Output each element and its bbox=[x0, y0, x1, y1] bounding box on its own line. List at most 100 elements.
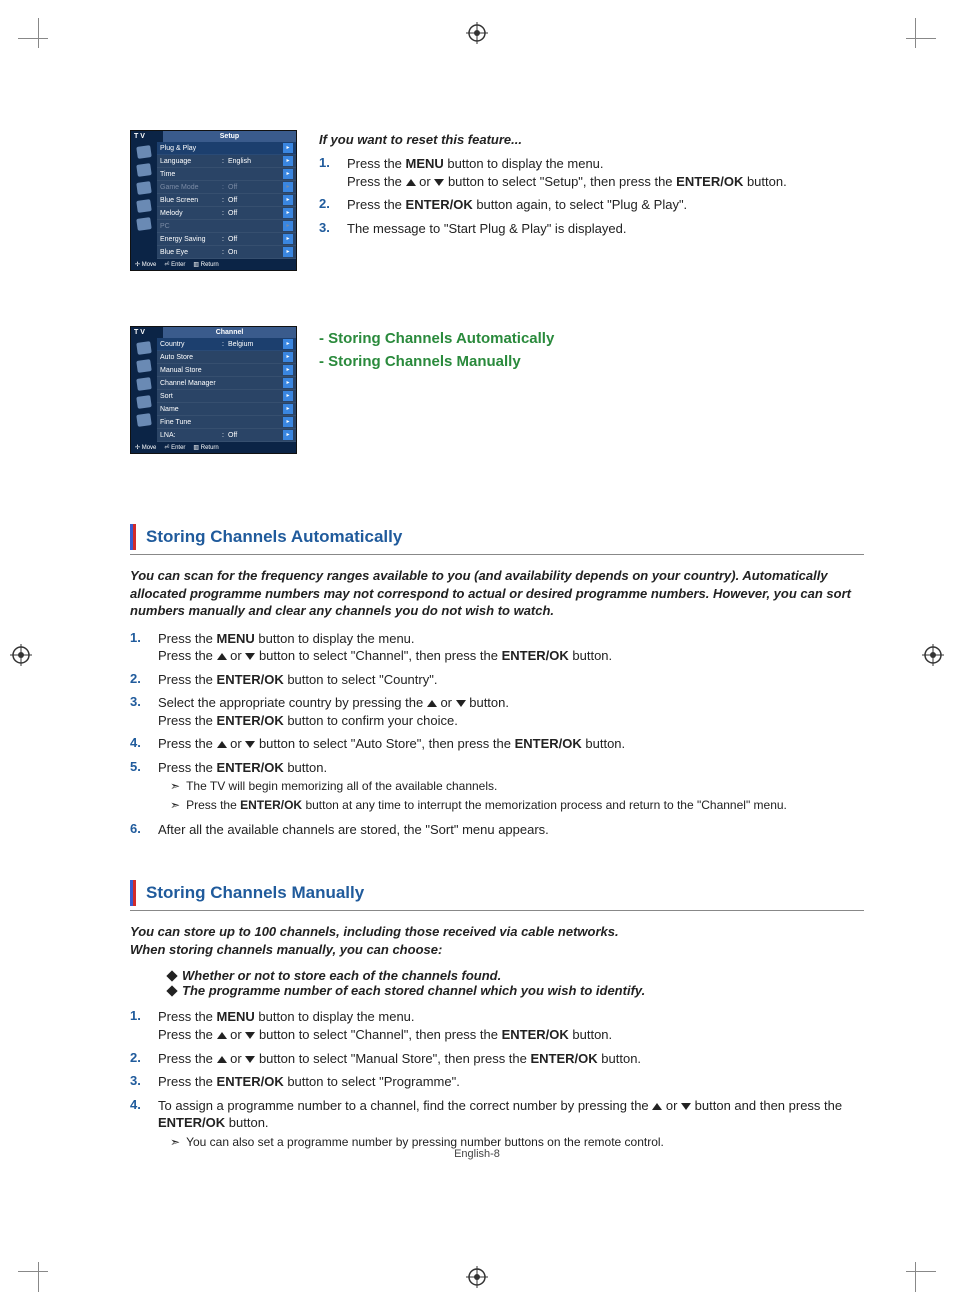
triangle-down-icon bbox=[245, 1056, 255, 1063]
arrow-right-icon: ▸ bbox=[283, 195, 293, 205]
osd-row: Blue Screen:Off▸ bbox=[157, 194, 296, 207]
step-item: 6.After all the available channels are s… bbox=[130, 821, 864, 839]
manual-page: T VSetupPlug & Play▸Language:English▸Tim… bbox=[0, 0, 954, 1310]
step-number: 1. bbox=[130, 630, 158, 665]
osd-menu-icon bbox=[136, 181, 152, 195]
section-head: Storing Channels Manually bbox=[130, 880, 864, 911]
triangle-up-icon bbox=[217, 1032, 227, 1039]
crop-mark bbox=[906, 38, 936, 69]
triangle-up-icon bbox=[217, 741, 227, 748]
step-number: 3. bbox=[130, 694, 158, 729]
manual-steps: 1.Press the MENU button to display the m… bbox=[130, 1008, 864, 1151]
arrow-right-icon: ▸ bbox=[283, 169, 293, 179]
osd-menu-icon bbox=[136, 199, 152, 213]
crop-mark bbox=[18, 38, 48, 69]
triangle-down-icon bbox=[245, 1032, 255, 1039]
step-body: Press the MENU button to display the men… bbox=[347, 155, 864, 190]
triangle-down-icon bbox=[456, 700, 466, 707]
step-item: 5.Press the ENTER/OK button.➣The TV will… bbox=[130, 759, 864, 815]
osd-menu-icon bbox=[136, 163, 152, 177]
arrow-right-icon: ▸ bbox=[283, 404, 293, 414]
section-bar-icon bbox=[130, 524, 136, 550]
step-item: 3.Press the ENTER/OK button to select "P… bbox=[130, 1073, 864, 1091]
arrow-right-icon: ▸ bbox=[283, 208, 293, 218]
step-body: The message to "Start Plug & Play" is di… bbox=[347, 220, 864, 238]
osd-row: Plug & Play▸ bbox=[157, 142, 296, 155]
osd-row: Blue Eye:On▸ bbox=[157, 246, 296, 259]
step-number: 1. bbox=[130, 1008, 158, 1043]
triangle-down-icon bbox=[681, 1103, 691, 1110]
osd-row: Melody:Off▸ bbox=[157, 207, 296, 220]
osd-row: Manual Store▸ bbox=[157, 364, 296, 377]
osd-footer: ✢ Move⏎ Enter▥ Return bbox=[131, 259, 296, 270]
section-intro: You can store up to 100 channels, includ… bbox=[130, 923, 864, 958]
step-item: 1.Press the MENU button to display the m… bbox=[130, 630, 864, 665]
triangle-down-icon bbox=[245, 741, 255, 748]
arrow-right-icon: ▸ bbox=[283, 417, 293, 427]
section-auto: Storing Channels Automatically You can s… bbox=[130, 524, 864, 838]
osd-channel-screenshot: T VChannelCountry:Belgium▸Auto Store▸Man… bbox=[130, 326, 297, 454]
osd-row: Sort▸ bbox=[157, 390, 296, 403]
crop-mark bbox=[18, 1241, 48, 1272]
arrow-right-icon: ▸ bbox=[283, 143, 293, 153]
step-body: Press the MENU button to display the men… bbox=[158, 630, 864, 665]
intro-bullet: The programme number of each stored chan… bbox=[168, 983, 864, 998]
step-body: Press the ENTER/OK button.➣The TV will b… bbox=[158, 759, 864, 815]
register-mark-icon bbox=[922, 644, 944, 666]
triangle-up-icon bbox=[217, 1056, 227, 1063]
arrow-right-icon: ▸ bbox=[283, 247, 293, 257]
osd-menu-icon bbox=[136, 377, 152, 391]
arrow-right-icon: ▸ bbox=[283, 234, 293, 244]
step-item: 2.Press the ENTER/OK button to select "C… bbox=[130, 671, 864, 689]
channel-overview-block: T VChannelCountry:Belgium▸Auto Store▸Man… bbox=[130, 326, 864, 454]
arrow-right-icon: ▸ bbox=[283, 391, 293, 401]
osd-menu-icon bbox=[136, 359, 152, 373]
osd-tv-label: T V bbox=[131, 131, 163, 142]
step-number: 6. bbox=[130, 821, 158, 839]
triangle-down-icon bbox=[245, 653, 255, 660]
step-number: 4. bbox=[130, 735, 158, 753]
reset-heading: If you want to reset this feature... bbox=[319, 132, 864, 147]
osd-title: Setup bbox=[163, 131, 296, 142]
note-line: ➣Press the ENTER/OK button at any time t… bbox=[170, 797, 854, 813]
step-number: 2. bbox=[319, 196, 347, 214]
osd-row: Country:Belgium▸ bbox=[157, 338, 296, 351]
triangle-up-icon bbox=[406, 179, 416, 186]
osd-footer: ✢ Move⏎ Enter▥ Return bbox=[131, 442, 296, 453]
intro-bullet: Whether or not to store each of the chan… bbox=[168, 968, 864, 983]
section-intro: You can scan for the frequency ranges av… bbox=[130, 567, 864, 620]
osd-setup-screenshot: T VSetupPlug & Play▸Language:English▸Tim… bbox=[130, 130, 297, 271]
step-number: 3. bbox=[319, 220, 347, 238]
step-item: 3.Select the appropriate country by pres… bbox=[130, 694, 864, 729]
osd-menu-icon bbox=[136, 217, 152, 231]
osd-row: PC▸ bbox=[157, 220, 296, 233]
register-mark-icon bbox=[466, 22, 488, 44]
triangle-up-icon bbox=[217, 653, 227, 660]
section-head: Storing Channels Automatically bbox=[130, 524, 864, 555]
step-item: 1.Press the MENU button to display the m… bbox=[319, 155, 864, 190]
osd-row: Auto Store▸ bbox=[157, 351, 296, 364]
step-number: 4. bbox=[130, 1097, 158, 1152]
arrow-right-icon: ▸ bbox=[283, 430, 293, 440]
triangle-up-icon bbox=[427, 700, 437, 707]
overview-heading-manual: - Storing Channels Manually bbox=[319, 353, 864, 370]
register-mark-icon bbox=[10, 644, 32, 666]
step-body: Press the ENTER/OK button to select "Pro… bbox=[158, 1073, 864, 1091]
diamond-icon bbox=[166, 986, 177, 997]
overview-heading-auto: - Storing Channels Automatically bbox=[319, 330, 864, 347]
step-number: 1. bbox=[319, 155, 347, 190]
step-body: Press the ENTER/OK button again, to sele… bbox=[347, 196, 864, 214]
step-body: Press the ENTER/OK button to select "Cou… bbox=[158, 671, 864, 689]
triangle-down-icon bbox=[434, 179, 444, 186]
section-bar-icon bbox=[130, 880, 136, 906]
step-body: Press the or button to select "Auto Stor… bbox=[158, 735, 864, 753]
step-body: Press the or button to select "Manual St… bbox=[158, 1050, 864, 1068]
register-mark-icon bbox=[466, 1266, 488, 1288]
step-item: 3.The message to "Start Plug & Play" is … bbox=[319, 220, 864, 238]
osd-row: Channel Manager▸ bbox=[157, 377, 296, 390]
crop-mark bbox=[906, 1241, 936, 1272]
arrow-right-icon: ▸ bbox=[283, 339, 293, 349]
osd-tv-label: T V bbox=[131, 327, 163, 338]
osd-menu-icon bbox=[136, 395, 152, 409]
osd-title: Channel bbox=[163, 327, 296, 338]
